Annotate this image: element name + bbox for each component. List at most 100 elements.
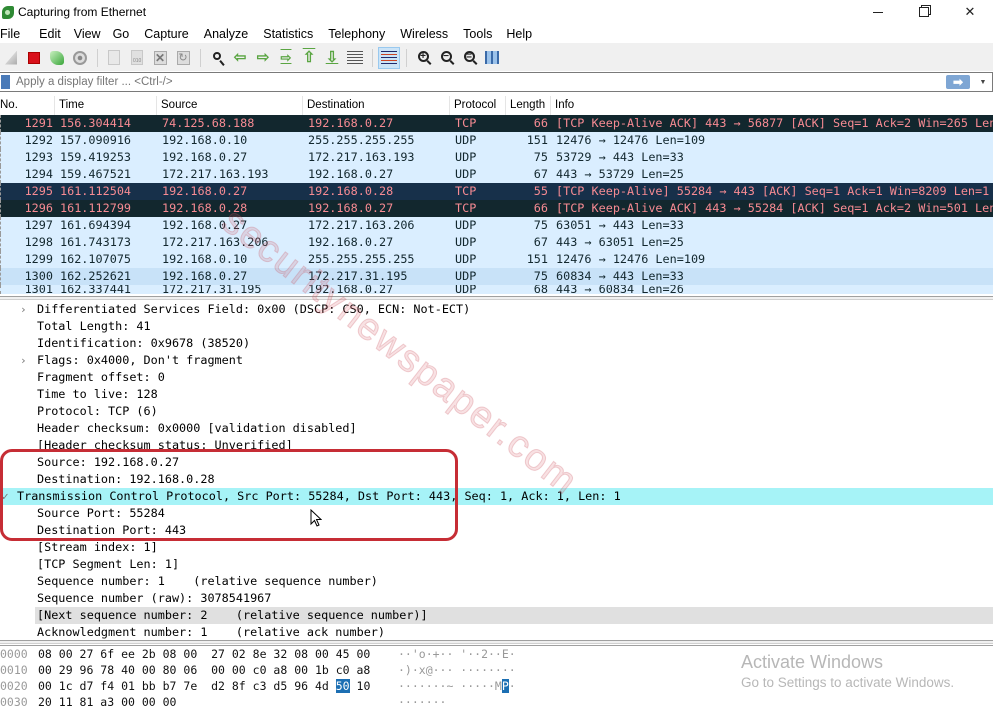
detail-row[interactable]: [Stream index: 1] — [0, 539, 993, 556]
bytes-hex[interactable]: 00 1c d7 f4 01 bb b7 7e d2 8f c3 d5 96 4… — [38, 678, 398, 694]
go-forward-button[interactable]: ⇨ — [252, 47, 274, 69]
detail-row[interactable]: › Differentiated Services Field: 0x00 (DS… — [0, 301, 993, 318]
detail-row[interactable]: [Header checksum status: Unverified] — [0, 437, 993, 454]
hex-bytes[interactable]: 20 11 81 a3 00 00 00 — [38, 695, 176, 709]
zoom-in-button[interactable]: + — [412, 47, 434, 69]
packet-row[interactable]: 1298 161.743173 172.217.163.206 192.168.0.2… — [0, 234, 993, 251]
column-header-info[interactable]: Info — [551, 96, 993, 115]
detail-row[interactable]: Total Length: 41 — [0, 318, 993, 335]
column-header-protocol[interactable]: Protocol — [450, 96, 506, 115]
bytes-ascii[interactable]: ······· — [398, 694, 538, 709]
close-file-button[interactable]: ✕ — [149, 47, 171, 69]
start-capture-button[interactable] — [0, 47, 22, 69]
column-header-no[interactable]: No. — [0, 96, 55, 115]
bytes-hex[interactable]: 20 11 81 a3 00 00 00 — [38, 694, 398, 709]
hex-bytes[interactable]: 08 00 27 6f ee 2b 08 00 — [38, 647, 197, 661]
minimize-button[interactable] — [855, 0, 901, 24]
column-header-destination[interactable]: Destination — [303, 96, 450, 115]
zoom-out-button[interactable]: − — [435, 47, 457, 69]
menu-file[interactable]: File — [0, 27, 28, 41]
hex-bytes[interactable]: 00 1c d7 f4 01 bb b7 7e — [38, 679, 197, 693]
close-button[interactable]: ✕ — [947, 0, 993, 24]
highlighted-byte[interactable]: 50 — [335, 679, 350, 693]
filter-history-dropdown[interactable]: ▼ — [978, 77, 988, 87]
reload-file-button[interactable]: ↻ — [172, 47, 194, 69]
autoscroll-button[interactable] — [344, 47, 366, 69]
go-back-button[interactable]: ⇦ — [229, 47, 251, 69]
display-filter-input[interactable] — [14, 76, 946, 88]
stop-capture-button[interactable] — [23, 47, 45, 69]
detail-row[interactable]: Destination Port: 443 — [0, 522, 993, 539]
detail-row[interactable]: Sequence number: 1 (relative sequence nu… — [0, 573, 993, 590]
packet-row[interactable]: 1291 156.304414 74.125.68.188 192.168.0.27 T… — [0, 115, 993, 132]
menu-telephony[interactable]: Telephony — [328, 27, 393, 41]
bytes-ascii[interactable]: ·······~ ·····MP· — [398, 678, 538, 694]
menu-wireless[interactable]: Wireless — [400, 27, 456, 41]
packet-row[interactable]: 1295 161.112504 192.168.0.27 192.168.0.28 TC… — [0, 183, 993, 200]
ascii-text[interactable]: · — [509, 679, 516, 693]
detail-row[interactable]: Source: 192.168.0.27 — [0, 454, 993, 471]
hex-bytes[interactable]: 00 29 96 78 40 00 80 06 — [38, 663, 197, 677]
hex-bytes[interactable]: 27 02 8e 32 08 00 45 00 — [211, 647, 370, 661]
hex-bytes[interactable]: d2 8f c3 d5 96 4d — [211, 679, 329, 693]
packet-row[interactable]: 1297 161.694394 192.168.0.27 172.217.163.20… — [0, 217, 993, 234]
detail-row[interactable]: Acknowledgment number: 1 (relative ack n… — [0, 624, 993, 640]
detail-row[interactable]: Time to live: 128 — [0, 386, 993, 403]
packet-row[interactable]: 1296 161.112799 192.168.0.28 192.168.0.27 TC… — [0, 200, 993, 217]
filter-bookmark-icon[interactable] — [1, 75, 10, 89]
packet-row[interactable]: 1299 162.107075 192.168.0.10 255.255.255.25… — [0, 251, 993, 268]
collapsed-chevron-icon[interactable]: › — [20, 352, 27, 369]
ascii-text[interactable]: ·······~ ·····M — [398, 679, 502, 693]
detail-row[interactable]: Fragment offset: 0 — [0, 369, 993, 386]
detail-row[interactable]: › Flags: 0x4000, Don't fragment — [0, 352, 993, 369]
detail-row[interactable]: Source Port: 55284 — [0, 505, 993, 522]
pane-splitter[interactable] — [0, 296, 993, 300]
menu-statistics[interactable]: Statistics — [263, 27, 321, 41]
save-file-button[interactable] — [126, 47, 148, 69]
bytes-ascii[interactable]: ··'o·+·· '··2··E· — [398, 646, 538, 662]
detail-row[interactable]: Header checksum: 0x0000 [validation disa… — [0, 420, 993, 437]
detail-row[interactable]: [Next sequence number: 2 (relative seque… — [35, 607, 993, 624]
capture-options-button[interactable] — [69, 47, 91, 69]
menu-tools[interactable]: Tools — [463, 27, 500, 41]
packet-row[interactable]: 1300 162.252621 192.168.0.27 172.217.31.195… — [0, 268, 993, 285]
ascii-text[interactable]: ·)·x@··· ········ — [398, 663, 516, 677]
packet-row[interactable]: 1294 159.467521 172.217.163.193 192.168.0.2… — [0, 166, 993, 183]
ascii-text[interactable]: ··'o·+·· '··2··E· — [398, 647, 516, 661]
bytes-hex[interactable]: 08 00 27 6f ee 2b 08 00 27 02 8e 32 08 0… — [38, 646, 398, 662]
menu-help[interactable]: Help — [506, 27, 540, 41]
pane-splitter[interactable] — [0, 640, 993, 644]
column-header-time[interactable]: Time — [55, 96, 157, 115]
bytes-ascii[interactable]: ·)·x@··· ········ — [398, 662, 538, 678]
menu-analyze[interactable]: Analyze — [204, 27, 256, 41]
detail-row[interactable]: Identification: 0x9678 (38520) — [0, 335, 993, 352]
hex-bytes[interactable]: 10 — [357, 679, 371, 693]
menu-edit[interactable]: Edit — [39, 27, 69, 41]
hex-bytes[interactable]: 00 00 c0 a8 00 1b c0 a8 — [211, 663, 370, 677]
go-to-packet-button[interactable]: ⇨ — [275, 47, 297, 69]
detail-row[interactable]: Destination: 192.168.0.28 — [0, 471, 993, 488]
apply-filter-button[interactable]: ➡ — [946, 75, 970, 89]
detail-row[interactable]: Protocol: TCP (6) — [0, 403, 993, 420]
resize-columns-button[interactable] — [481, 47, 503, 69]
column-header-length[interactable]: Length — [506, 96, 551, 115]
detail-row[interactable]: Sequence number (raw): 3078541967 — [0, 590, 993, 607]
restore-button[interactable] — [901, 0, 947, 24]
open-file-button[interactable] — [103, 47, 125, 69]
menu-capture[interactable]: Capture — [144, 27, 196, 41]
bytes-hex[interactable]: 00 29 96 78 40 00 80 06 00 00 c0 a8 00 1… — [38, 662, 398, 678]
highlighted-ascii[interactable]: P — [501, 679, 509, 693]
packet-row[interactable]: 1301 162.337441 172.217.31.195 192.168.0.27… — [0, 285, 993, 294]
detail-row[interactable]: [TCP Segment Len: 1] — [0, 556, 993, 573]
packet-row[interactable]: 1292 157.090916 192.168.0.10 255.255.255.25… — [0, 132, 993, 149]
menu-view[interactable]: View — [74, 27, 109, 41]
restart-capture-button[interactable] — [46, 47, 68, 69]
collapsed-chevron-icon[interactable]: › — [20, 301, 27, 318]
find-packet-button[interactable] — [206, 47, 228, 69]
first-packet-button[interactable]: ⇧ — [298, 47, 320, 69]
packet-row[interactable]: 1293 159.419253 192.168.0.27 172.217.163.19… — [0, 149, 993, 166]
ascii-text[interactable]: ······· — [398, 695, 446, 709]
column-header-source[interactable]: Source — [157, 96, 303, 115]
last-packet-button[interactable]: ⇩ — [321, 47, 343, 69]
colorize-button[interactable] — [378, 46, 400, 69]
